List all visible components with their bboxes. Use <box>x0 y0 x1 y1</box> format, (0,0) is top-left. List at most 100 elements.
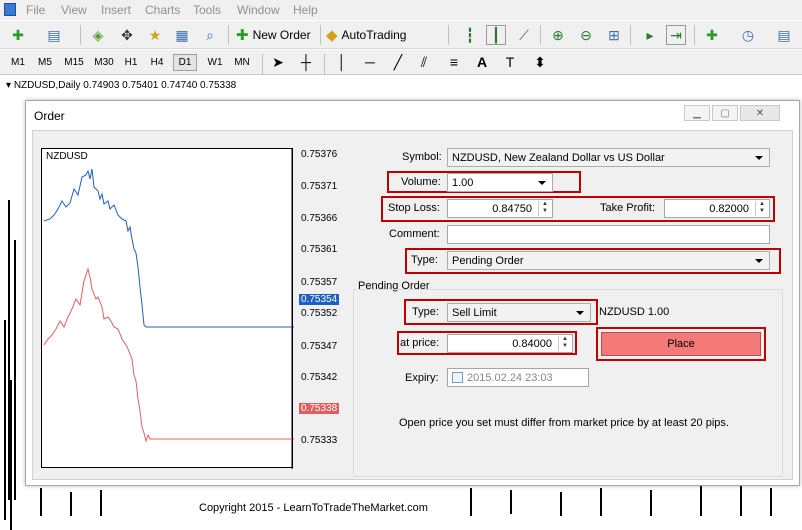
bar-chart-icon[interactable]: ┇ <box>460 25 480 45</box>
timeframe-m15[interactable]: M15 <box>60 54 88 71</box>
chart-shift-icon[interactable]: ⇥ <box>666 25 686 45</box>
market-watch-icon[interactable]: ◈ <box>88 25 108 45</box>
new-chart-icon[interactable]: ✚ <box>8 25 28 45</box>
menu-tools[interactable]: Tools <box>193 3 221 17</box>
templates-icon[interactable]: ▤ <box>774 25 794 45</box>
expiry-label: Expiry: <box>405 372 439 384</box>
timeframe-h4[interactable]: H4 <box>146 54 168 71</box>
type-label: Type: <box>411 254 438 266</box>
background-candle <box>70 492 72 516</box>
background-candle <box>700 486 702 516</box>
timeframe-mn[interactable]: MN <box>230 54 254 71</box>
timeframe-d1[interactable]: D1 <box>173 54 197 71</box>
take-profit-input[interactable]: 0.82000 ▲ ▼ <box>664 199 770 218</box>
vertical-line-icon[interactable]: │ <box>332 52 352 72</box>
text-icon[interactable]: A <box>472 52 492 72</box>
tile-windows-icon[interactable]: ⊞ <box>604 25 624 45</box>
autotrading-button[interactable]: ◆ AutoTrading <box>326 25 406 45</box>
background-candle <box>650 490 652 516</box>
cursor-icon[interactable]: ➤ <box>268 52 288 72</box>
stop-loss-spinner[interactable]: ▲ ▼ <box>538 201 551 216</box>
close-button[interactable]: ✕ <box>740 105 780 121</box>
menu-window[interactable]: Window <box>237 3 280 17</box>
app-icon[interactable] <box>4 3 16 16</box>
volume-label: Volume: <box>401 176 441 188</box>
arrows-icon[interactable]: ⬍ <box>530 52 550 72</box>
indicators-icon[interactable]: ✚ <box>702 25 722 45</box>
take-profit-label: Take Profit: <box>600 202 656 214</box>
copyright-footer: Copyright 2015 - LearnToTradeTheMarket.c… <box>199 502 428 514</box>
background-candle <box>10 380 12 530</box>
expiry-checkbox[interactable] <box>452 372 463 383</box>
timeframe-m30[interactable]: M30 <box>90 54 118 71</box>
zoom-out-icon[interactable]: ⊖ <box>576 25 596 45</box>
menu-view[interactable]: View <box>61 3 87 17</box>
ask-price-line <box>43 168 294 328</box>
equidistant-channel-icon[interactable]: ⫽ <box>414 52 434 72</box>
take-profit-spinner[interactable]: ▲ ▼ <box>755 201 768 216</box>
timeframe-m5[interactable]: M5 <box>33 54 57 71</box>
background-candle <box>600 488 602 516</box>
periods-clock-icon[interactable]: ◷ <box>738 25 758 45</box>
chevron-down-icon <box>538 181 546 185</box>
new-order-icon: ✚ <box>236 27 249 44</box>
line-chart-icon[interactable]: ⟋ <box>514 25 534 45</box>
chevron-down-icon <box>755 156 763 160</box>
symbol-select[interactable]: NZDUSD, New Zealand Dollar vs US Dollar <box>447 148 770 167</box>
background-candle <box>40 488 42 516</box>
timeframe-h1[interactable]: H1 <box>120 54 142 71</box>
menu-insert[interactable]: Insert <box>101 3 131 17</box>
symbol-label: Symbol: <box>402 151 442 163</box>
candlestick-chart-icon[interactable]: ┃ <box>486 25 506 45</box>
stop-loss-label: Stop Loss: <box>388 202 440 214</box>
pending-type-label: Type: <box>412 306 439 318</box>
at-price-input[interactable]: 0.84000 ▲ ▼ <box>447 334 573 353</box>
maximize-button[interactable]: ▢ <box>712 105 738 121</box>
background-candle <box>100 490 102 516</box>
trendline-icon[interactable]: ╱ <box>388 52 408 72</box>
timeframe-w1[interactable]: W1 <box>203 54 227 71</box>
data-window-icon[interactable]: ▦ <box>172 25 192 45</box>
background-candle <box>510 490 512 514</box>
background-candle <box>14 240 16 500</box>
main-toolbar: ✚ ▤ ◈ ✥ ★ ▦ ⌕ ✚ New Order ◆ AutoTrading … <box>0 21 802 49</box>
chart-dropdown-icon[interactable]: ▾ <box>6 80 11 91</box>
background-candle <box>470 488 472 516</box>
chevron-down-icon <box>576 311 584 315</box>
auto-scroll-icon[interactable]: ▸ <box>640 25 660 45</box>
background-candle <box>4 320 6 520</box>
tick-chart-svg <box>43 149 294 469</box>
menu-charts[interactable]: Charts <box>145 3 180 17</box>
menu-help[interactable]: Help <box>293 3 318 17</box>
horizontal-line-icon[interactable]: ─ <box>360 52 380 72</box>
pending-info: NZDUSD 1.00 <box>599 306 670 318</box>
minimize-button[interactable]: ▁ <box>684 105 710 121</box>
menu-file[interactable]: File <box>26 3 45 17</box>
volume-select[interactable]: 1.00 <box>447 173 553 192</box>
ask-price-tag: 0.75354 <box>299 294 340 305</box>
crosshair-icon[interactable]: ┼ <box>296 52 316 72</box>
comment-input[interactable] <box>447 225 770 244</box>
crosshair-navigator-icon[interactable]: ✥ <box>117 25 137 45</box>
strategy-tester-icon[interactable]: ⌕ <box>200 25 220 45</box>
zoom-in-icon[interactable]: ⊕ <box>548 25 568 45</box>
fibonacci-icon[interactable]: ≡ <box>444 52 464 72</box>
timeframes-toolbar: M1 M5 M15 M30 H1 H4 D1 W1 MN ➤ ┼ │ ─ ╱ ⫽… <box>0 50 802 75</box>
expiry-input[interactable]: 2015.02.24 23:03 <box>447 368 589 387</box>
tick-chart: NZDUSD <box>41 148 294 469</box>
background-candle <box>740 486 742 516</box>
chart-header: ▾ NZDUSD,Daily 0.74903 0.75401 0.74740 0… <box>6 80 237 91</box>
new-order-button[interactable]: ✚ New Order <box>236 25 311 45</box>
stop-loss-input[interactable]: 0.84750 ▲ ▼ <box>447 199 553 218</box>
place-button[interactable]: Place <box>601 332 761 356</box>
profiles-icon[interactable]: ▤ <box>44 25 64 45</box>
text-label-icon[interactable]: T <box>500 52 520 72</box>
dialog-body: NZDUSD 0.75376 0.75371 0.75366 0.75361 0… <box>32 130 793 480</box>
at-price-spinner[interactable]: ▲ ▼ <box>558 336 571 351</box>
favorites-star-icon[interactable]: ★ <box>145 25 165 45</box>
tick-chart-plot-divider <box>292 149 293 467</box>
timeframe-m1[interactable]: M1 <box>6 54 30 71</box>
order-type-select[interactable]: Pending Order <box>447 251 770 270</box>
comment-label: Comment: <box>389 228 440 240</box>
pending-type-select[interactable]: Sell Limit <box>447 303 591 322</box>
